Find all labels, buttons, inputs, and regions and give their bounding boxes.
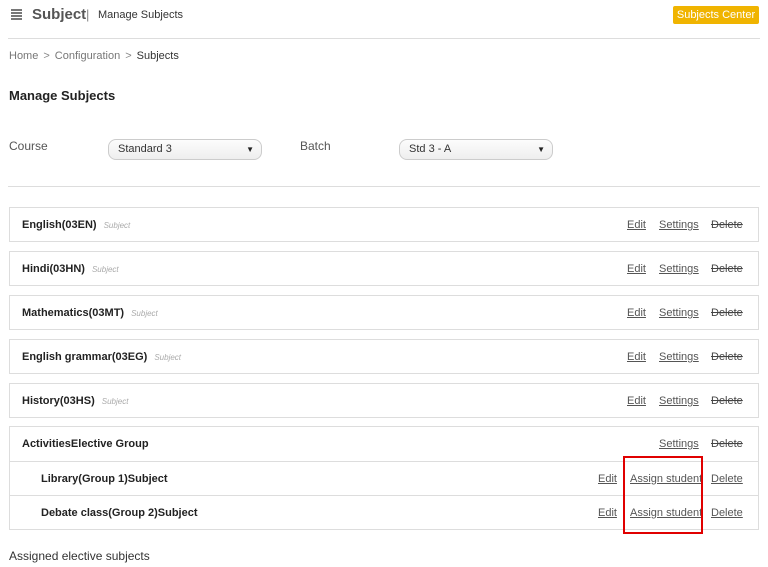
- subject-name: History(03HS): [22, 395, 95, 407]
- breadcrumb: Home > Configuration > Subjects: [9, 50, 179, 62]
- batch-select[interactable]: Std 3 - A ▼: [399, 139, 553, 160]
- edit-link[interactable]: Edit: [627, 219, 646, 231]
- edit-link[interactable]: Edit: [627, 263, 646, 275]
- delete-link[interactable]: Delete: [711, 507, 743, 519]
- subject-name: English grammar(03EG): [22, 351, 148, 363]
- group-name: Activities: [22, 438, 71, 450]
- delete-link[interactable]: Delete: [711, 473, 743, 485]
- group-type: Elective Group: [70, 438, 149, 450]
- top-bar: Subject | Manage Subjects Subjects Cente…: [0, 0, 768, 32]
- chevron-down-icon: ▼: [246, 145, 254, 154]
- app-title: Subject: [32, 6, 87, 23]
- subject-name: Debate class(Group 2): [41, 507, 158, 519]
- breadcrumb-subjects: Subjects: [136, 50, 179, 62]
- subject-type: Subject: [157, 507, 198, 519]
- delete-link[interactable]: Delete: [711, 351, 743, 363]
- course-label: Course: [9, 139, 48, 153]
- page-title: Manage Subjects: [9, 88, 116, 103]
- assign-student-link[interactable]: Assign student: [630, 473, 702, 485]
- elective-group: ActivitiesElective Group Settings Delete…: [9, 426, 759, 530]
- title-separator: |: [86, 7, 90, 22]
- subject-name: English(03EN): [22, 219, 97, 231]
- subject-name: Library(Group 1): [41, 473, 128, 485]
- subject-type: Subject: [127, 473, 168, 485]
- subject-type: Subject: [131, 309, 158, 318]
- edit-link[interactable]: Edit: [598, 507, 617, 519]
- divider: [8, 186, 760, 187]
- batch-label: Batch: [300, 139, 331, 153]
- delete-link[interactable]: Delete: [711, 438, 743, 450]
- course-select-value: Standard 3: [118, 143, 172, 155]
- batch-select-value: Std 3 - A: [409, 143, 452, 155]
- elective-subject-row: Library(Group 1)Subject Edit Assign stud…: [10, 462, 758, 496]
- subject-type: Subject: [91, 265, 119, 274]
- assigned-elective-subjects-heading: Assigned elective subjects: [9, 549, 150, 563]
- breadcrumb-separator: >: [125, 50, 132, 62]
- elective-subject-row: Debate class(Group 2)Subject Edit Assign…: [10, 496, 758, 530]
- page-subtitle: Manage Subjects: [98, 9, 183, 21]
- edit-link[interactable]: Edit: [598, 473, 617, 485]
- delete-link[interactable]: Delete: [711, 219, 743, 231]
- subject-row: Mathematics(03MT) Subject Edit Settings D…: [9, 295, 759, 330]
- subjects-center-button[interactable]: Subjects Center: [673, 6, 759, 24]
- settings-link[interactable]: Settings: [659, 307, 699, 319]
- subject-name: Hindi(03HN): [22, 263, 85, 275]
- elective-group-header: ActivitiesElective Group Settings Delete: [10, 427, 758, 462]
- subject-type: Subject: [101, 397, 129, 406]
- settings-link[interactable]: Settings: [659, 438, 699, 450]
- divider: [8, 38, 760, 39]
- delete-link[interactable]: Delete: [711, 307, 743, 319]
- settings-link[interactable]: Settings: [659, 263, 699, 275]
- edit-link[interactable]: Edit: [627, 307, 646, 319]
- subject-row: Hindi(03HN) Subject Edit Settings Delete: [9, 251, 759, 286]
- menu-icon[interactable]: [11, 9, 22, 20]
- breadcrumb-home[interactable]: Home: [9, 50, 38, 62]
- edit-link[interactable]: Edit: [627, 395, 646, 407]
- settings-link[interactable]: Settings: [659, 351, 699, 363]
- delete-link[interactable]: Delete: [711, 263, 743, 275]
- subject-row: History(03HS) Subject Edit Settings Delet…: [9, 383, 759, 418]
- settings-link[interactable]: Settings: [659, 395, 699, 407]
- chevron-down-icon: ▼: [537, 145, 545, 154]
- edit-link[interactable]: Edit: [627, 351, 646, 363]
- settings-link[interactable]: Settings: [659, 219, 699, 231]
- breadcrumb-separator: >: [43, 50, 50, 62]
- subject-name: Mathematics(03MT): [22, 307, 125, 319]
- course-select[interactable]: Standard 3 ▼: [108, 139, 262, 160]
- subject-type: Subject: [154, 353, 182, 362]
- breadcrumb-configuration[interactable]: Configuration: [55, 50, 120, 62]
- subject-row: English(03EN) Subject Edit Settings Delet…: [9, 207, 759, 242]
- subject-type: Subject: [103, 221, 131, 230]
- assign-student-link[interactable]: Assign student: [630, 507, 702, 519]
- subject-row: English grammar(03EG) Subject Edit Settin…: [9, 339, 759, 374]
- delete-link[interactable]: Delete: [711, 395, 743, 407]
